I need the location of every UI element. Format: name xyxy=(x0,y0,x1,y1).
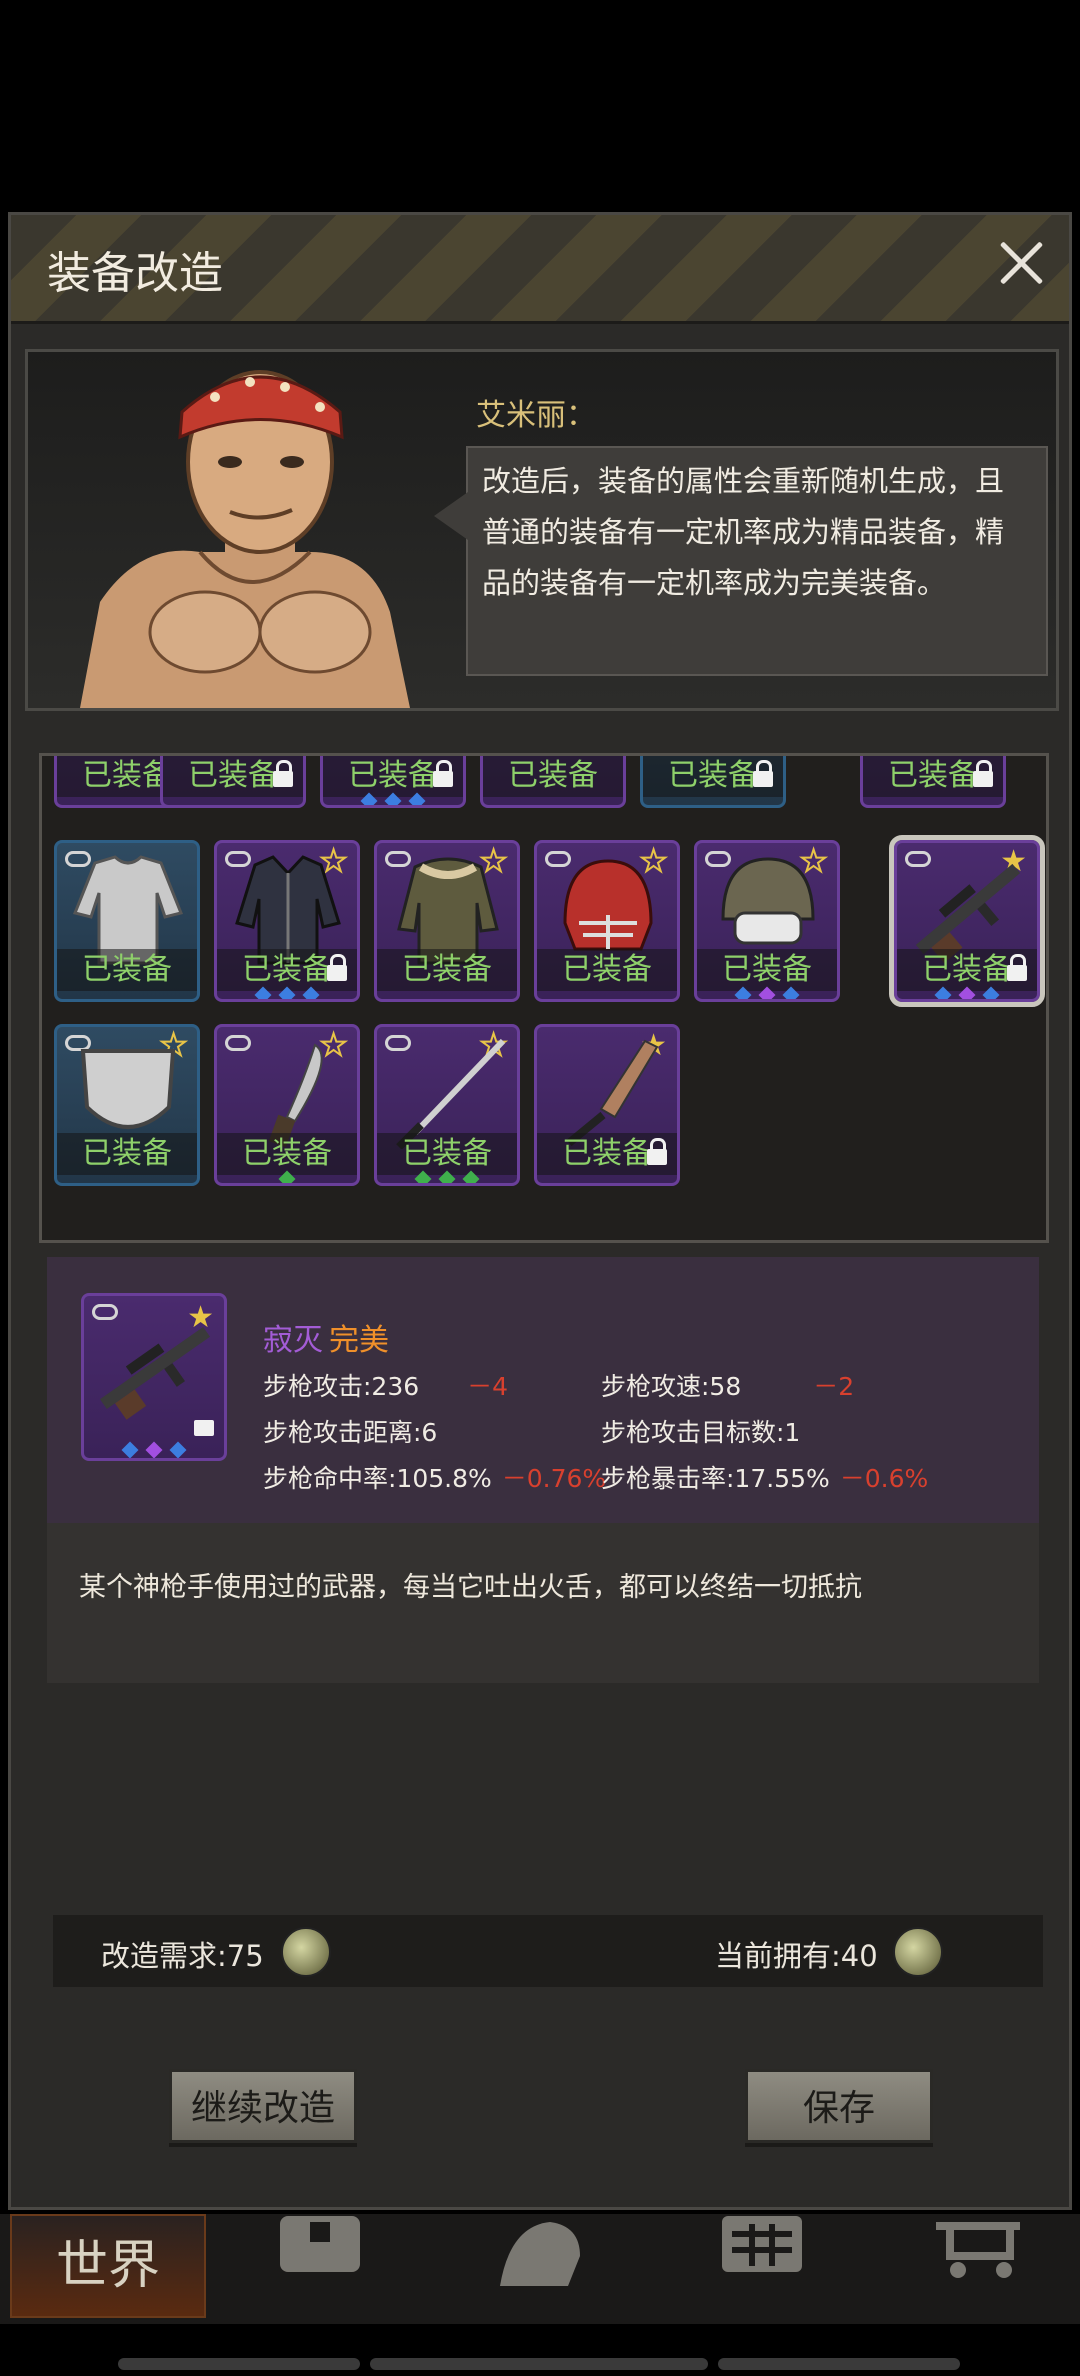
equipment-slot[interactable]: ★ 已装备 xyxy=(374,840,520,1002)
stat-attack-speed: 步枪攻速:58 －2 xyxy=(601,1367,854,1403)
stat-delta: －4 xyxy=(467,1372,509,1401)
equipped-label: 已装备 xyxy=(377,1133,517,1175)
close-icon[interactable] xyxy=(991,233,1051,293)
stat-label: 步枪攻速:58 xyxy=(601,1372,742,1401)
equipment-slot[interactable]: 已装备 xyxy=(640,756,786,808)
character-icon[interactable] xyxy=(490,2216,590,2286)
npc-panel: 艾米丽： 改造后，装备的属性会重新随机生成，且 普通的装备有一定机率成为精品装备… xyxy=(25,349,1059,711)
equipped-label: 已装备 xyxy=(483,756,623,797)
item-detail-panel: ★ 寂灭 完美 步枪攻击:236 －4 步枪攻速:58 －2 步枪攻击距离:6 步枪攻… xyxy=(47,1257,1039,1523)
stat-attack: 步枪攻击:236 －4 xyxy=(263,1367,508,1403)
equipment-slot[interactable]: 已装备 xyxy=(320,756,466,808)
stat-label: 步枪攻击目标数:1 xyxy=(601,1418,801,1447)
equipment-slot[interactable]: 已装备 xyxy=(160,756,306,808)
system-nav-bar xyxy=(118,2358,360,2370)
continue-modify-button[interactable]: 继续改造 xyxy=(169,2069,357,2143)
speech-line: 品的装备有一定机率成为完美装备。 xyxy=(482,566,947,600)
equipped-label: 已装备 xyxy=(377,949,517,991)
gem-sockets xyxy=(84,1441,224,1458)
title-bar: 装备改造 xyxy=(11,215,1069,324)
nav-world-tab[interactable]: 世界 xyxy=(10,2214,206,2318)
gem-sockets xyxy=(217,1170,357,1183)
stat-label: 步枪命中率:105.8% xyxy=(263,1464,492,1493)
equipment-slot[interactable]: ★ 已装备 xyxy=(214,1024,360,1186)
owned-amount: 当前拥有:40 xyxy=(715,1939,878,1973)
backpack-icon[interactable] xyxy=(270,2216,370,2286)
equipped-label: 已装备 xyxy=(217,1133,357,1175)
cost-bar: 改造需求:75 当前拥有:40 xyxy=(53,1915,1043,1987)
gem-sockets xyxy=(697,986,837,999)
equipment-slot[interactable]: ★ 已装备 xyxy=(214,840,360,1002)
system-nav-bar xyxy=(718,2358,960,2370)
lock-icon xyxy=(273,760,293,787)
equipment-slot[interactable]: 已装备 xyxy=(480,756,626,808)
item-description: 某个神枪手使用过的武器，每当它吐出火舌，都可以终结一切抵抗 xyxy=(79,1572,862,1603)
lock-icon xyxy=(753,760,773,787)
stat-targets: 步枪攻击目标数:1 xyxy=(601,1413,800,1449)
item-name: 寂灭 完美 xyxy=(263,1315,389,1359)
npc-portrait xyxy=(80,370,410,708)
equipment-slot[interactable]: 已装备 xyxy=(860,756,1006,808)
equipment-slot[interactable]: ★ 已装备 xyxy=(374,1024,520,1186)
bottom-nav: 世界 xyxy=(0,2214,1080,2324)
item-quality: 完美 xyxy=(329,1323,389,1358)
stat-delta: －0.76% xyxy=(501,1464,607,1493)
required-cost: 改造需求:75 xyxy=(101,1939,264,1973)
equipment-slot[interactable]: ★ 已装备 xyxy=(54,1024,200,1186)
stat-label: 步枪攻击距离:6 xyxy=(263,1418,438,1447)
equipment-slot[interactable]: ★ 已装备 xyxy=(694,840,840,1002)
stat-range: 步枪攻击距离:6 xyxy=(263,1413,437,1449)
coin-icon xyxy=(893,1927,943,1977)
equipment-slot-selected[interactable]: ★ 已装备 xyxy=(889,835,1045,1007)
speech-line: 普通的装备有一定机率成为精品装备，精 xyxy=(482,515,1005,549)
lock-icon xyxy=(1007,954,1027,981)
dialog-title: 装备改造 xyxy=(47,248,223,299)
stat-label: 步枪暴击率:17.55% xyxy=(601,1464,830,1493)
stat-label: 步枪攻击:236 xyxy=(263,1372,420,1401)
sniper-rifle-icon xyxy=(99,1326,211,1420)
speech-line: 改造后，装备的属性会重新随机生成，且 xyxy=(482,464,1005,498)
equipped-label: 已装备 xyxy=(57,949,197,991)
stat-delta: －0.6% xyxy=(839,1464,929,1493)
system-nav-bar xyxy=(370,2358,708,2370)
selected-item-icon: ★ xyxy=(81,1293,227,1461)
equipment-slot[interactable]: ★ 已装备 xyxy=(534,840,680,1002)
build-icon[interactable] xyxy=(712,2216,812,2286)
gem-sockets xyxy=(897,986,1037,999)
equipped-label: 已装备 xyxy=(57,1133,197,1175)
lock-icon xyxy=(647,1138,667,1165)
item-description-panel: 某个神枪手使用过的武器，每当它吐出火舌，都可以终结一切抵抗 xyxy=(47,1523,1039,1683)
stat-crit-rate: 步枪暴击率:17.55% －0.6% xyxy=(601,1459,928,1495)
stat-hit-rate: 步枪命中率:105.8% －0.76% xyxy=(263,1459,606,1495)
gem-sockets xyxy=(217,986,357,999)
equipment-modify-dialog: 装备改造 艾米丽： 改造后，装备的属性会重新随机生成，且 普通的装备有一定机率成… xyxy=(8,212,1072,2210)
lock-icon xyxy=(973,760,993,787)
lock-icon xyxy=(194,1420,214,1436)
lock-icon xyxy=(327,954,347,981)
equipment-grid: 已装备 已装备 已装备 已装备 已装备 已装备 已装备 ★ 已装备 ★ 已装备 … xyxy=(39,753,1049,1243)
gem-sockets xyxy=(377,1170,517,1183)
item-name-text: 寂灭 xyxy=(263,1323,323,1358)
stat-delta: －2 xyxy=(813,1372,855,1401)
gem-sockets xyxy=(323,792,463,805)
coin-icon xyxy=(281,1927,331,1977)
lock-icon xyxy=(433,760,453,787)
save-button[interactable]: 保存 xyxy=(745,2069,933,2143)
cart-icon[interactable] xyxy=(930,2216,1030,2286)
equipment-slot[interactable]: ★ 已装备 xyxy=(534,1024,680,1186)
equipped-label: 已装备 xyxy=(537,949,677,991)
npc-speech-bubble: 改造后，装备的属性会重新随机生成，且 普通的装备有一定机率成为精品装备，精 品的… xyxy=(434,446,1048,676)
npc-name: 艾米丽： xyxy=(476,398,596,433)
equipment-slot[interactable]: 已装备 xyxy=(54,840,200,1002)
equipped-label: 已装备 xyxy=(697,949,837,991)
